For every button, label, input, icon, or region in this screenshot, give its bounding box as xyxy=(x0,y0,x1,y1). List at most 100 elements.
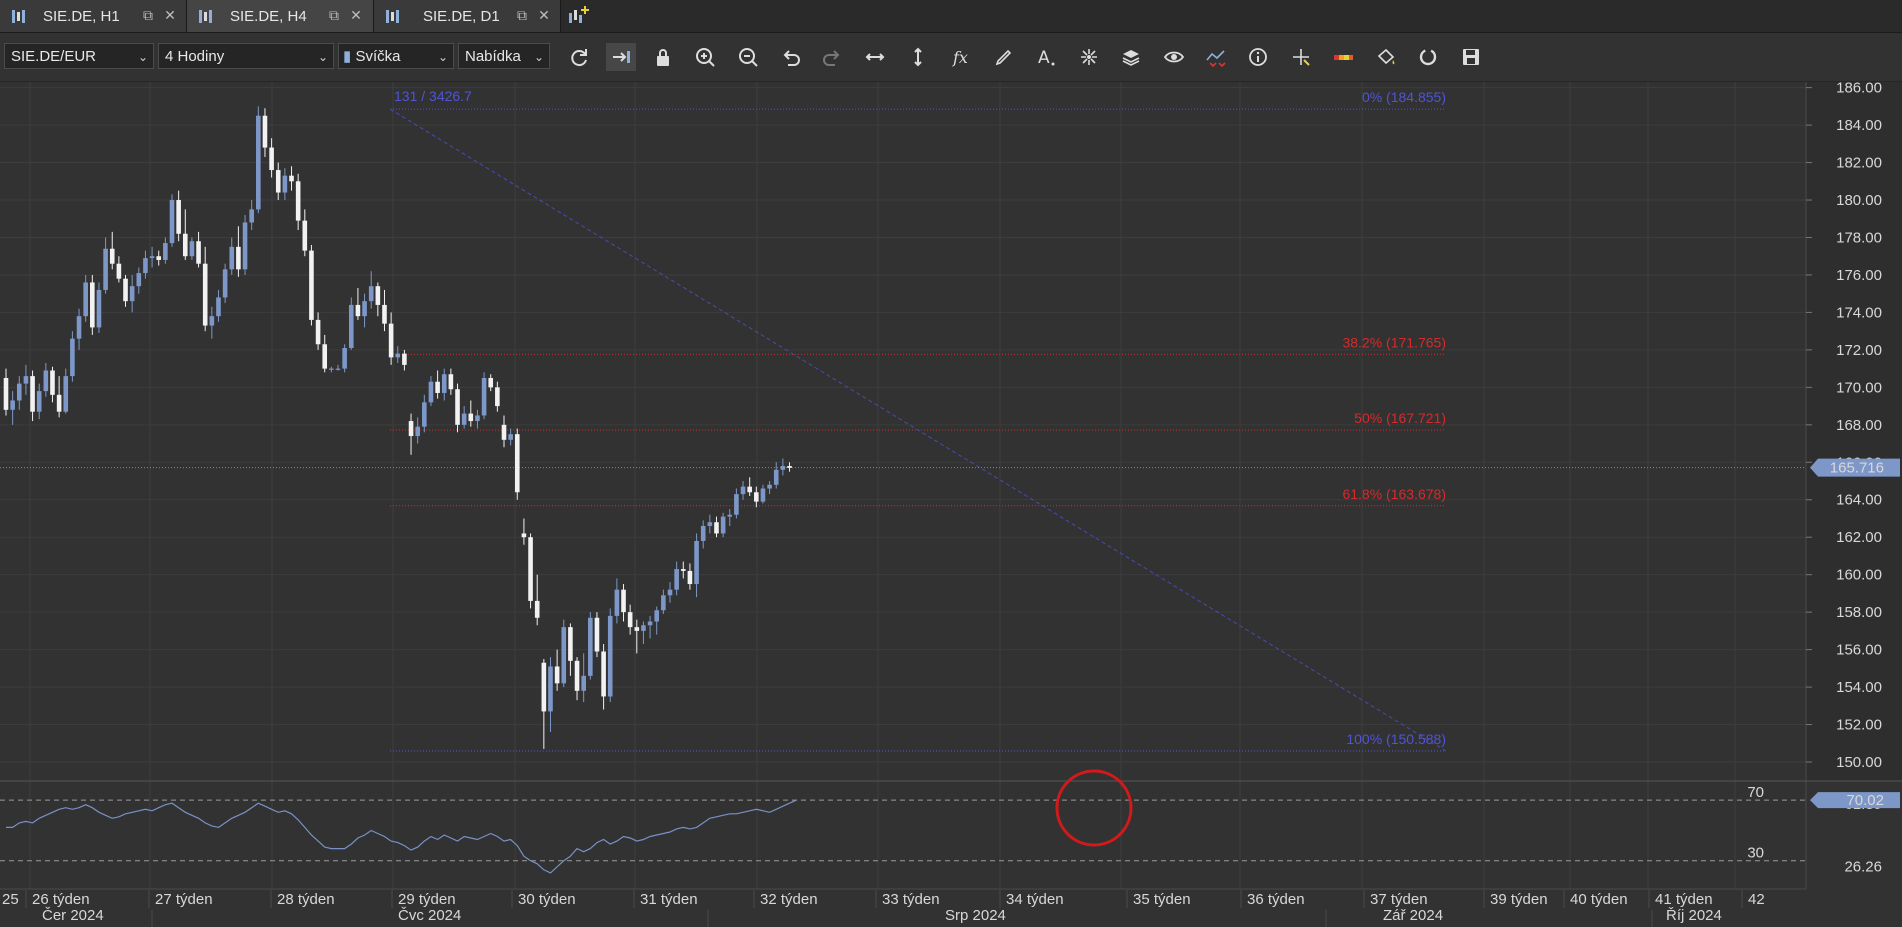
candle-body xyxy=(687,570,693,585)
tab-bar: SIE.DE, H1 ⧉ ✕ SIE.DE, H4 ⧉ ✕ SIE.DE, D1… xyxy=(0,0,1902,33)
sync-icon[interactable] xyxy=(1413,43,1443,71)
candle-body xyxy=(16,383,22,401)
close-icon[interactable]: ✕ xyxy=(348,7,364,23)
chart-type-select[interactable]: ▮ Svíčka ⌄ xyxy=(338,43,454,69)
timeframe-select-value: 4 Hodiny xyxy=(165,48,225,65)
color-bar-icon[interactable] xyxy=(1328,43,1358,71)
info-icon[interactable] xyxy=(1243,43,1273,71)
candle-body xyxy=(289,175,294,182)
tab-sie-d1[interactable]: SIE.DE, D1 ⧉ ✕ xyxy=(374,0,561,32)
week-label: 41 týden xyxy=(1655,891,1713,908)
candle-body xyxy=(422,402,427,427)
close-icon[interactable]: ✕ xyxy=(162,7,178,23)
save-icon[interactable] xyxy=(1456,43,1486,71)
objects-icon[interactable] xyxy=(1074,43,1104,71)
candle-body xyxy=(10,400,15,410)
month-label: Říj 2024 xyxy=(1666,907,1722,924)
chart-toolbar: SIE.DE/EUR ⌄ 4 Hodiny ⌄ ▮ Svíčka ⌄ Nabídka ⌄… xyxy=(0,33,1902,82)
candle-body xyxy=(109,248,115,264)
tab-label: SIE.DE, H4 xyxy=(230,7,307,25)
candle-body xyxy=(156,256,162,260)
paint-bucket-icon[interactable] xyxy=(1371,43,1401,71)
zoom-out-icon[interactable] xyxy=(733,43,763,71)
candle-body xyxy=(342,348,347,369)
price-tick-label: 176.00 xyxy=(1836,267,1882,284)
candle-body xyxy=(647,621,653,626)
month-label: Čer 2024 xyxy=(42,907,104,924)
popout-icon[interactable]: ⧉ xyxy=(326,7,342,23)
add-chart-icon[interactable] xyxy=(566,4,590,28)
candle-body xyxy=(315,319,321,345)
week-label: 33 týden xyxy=(882,891,940,908)
signal-icon[interactable] xyxy=(1201,43,1231,71)
candle-body xyxy=(561,627,567,684)
text-tool-icon[interactable]: A xyxy=(1031,43,1061,71)
horizontal-resize-icon[interactable] xyxy=(860,43,890,71)
close-icon[interactable]: ✕ xyxy=(536,7,552,23)
chevron-down-icon: ⌄ xyxy=(137,50,148,64)
refresh-icon[interactable] xyxy=(563,43,593,71)
timeframe-select[interactable]: 4 Hodiny ⌄ xyxy=(158,43,334,69)
candle-body xyxy=(581,675,586,691)
chart-tab-icon xyxy=(386,9,399,23)
fib-level-label: 61.8% (163.678) xyxy=(1342,486,1446,502)
candle-body xyxy=(395,353,401,358)
tab-sie-h4[interactable]: SIE.DE, H4 ⧉ ✕ xyxy=(187,0,374,32)
lock-icon[interactable] xyxy=(648,43,678,71)
candle-body xyxy=(388,323,394,358)
candle-body xyxy=(641,625,646,631)
zoom-in-icon[interactable] xyxy=(690,43,720,71)
week-label: 34 týden xyxy=(1006,891,1064,908)
candle-body xyxy=(222,269,228,298)
candle-body xyxy=(727,514,733,517)
pencil-icon[interactable] xyxy=(989,43,1019,71)
candle-body xyxy=(554,666,560,684)
fib-level-label: 0% (184.855) xyxy=(1362,89,1446,105)
week-label: 39 týden xyxy=(1490,891,1548,908)
chart-background xyxy=(0,82,1902,927)
week-label: 30 týden xyxy=(518,891,576,908)
candle-body xyxy=(236,246,241,270)
candle-body xyxy=(528,537,533,601)
candle-body xyxy=(103,248,108,290)
candle-body xyxy=(534,600,540,618)
price-side-select[interactable]: Nabídka ⌄ xyxy=(458,43,550,69)
price-tick-label: 174.00 xyxy=(1836,304,1882,321)
candle-body xyxy=(329,368,334,370)
price-tick-label: 170.00 xyxy=(1836,379,1882,396)
crosshair-icon[interactable] xyxy=(1286,43,1316,71)
candle-body xyxy=(189,241,195,257)
candle-body xyxy=(481,377,487,416)
autoscroll-icon[interactable] xyxy=(606,43,636,71)
layers-icon[interactable] xyxy=(1116,43,1146,71)
candle-body xyxy=(402,353,407,365)
candle-body xyxy=(182,233,188,257)
candle-body xyxy=(514,434,520,493)
indicator-fx-icon[interactable]: fx xyxy=(946,43,976,71)
price-tick-label: 168.00 xyxy=(1836,417,1882,434)
candle-body xyxy=(621,589,626,613)
tab-sie-h1[interactable]: SIE.DE, H1 ⧉ ✕ xyxy=(0,0,187,32)
vertical-resize-icon[interactable] xyxy=(903,43,933,71)
popout-icon[interactable]: ⧉ xyxy=(140,7,156,23)
popout-icon[interactable]: ⧉ xyxy=(514,7,530,23)
candle-body xyxy=(249,209,254,223)
candle-body xyxy=(242,222,248,270)
candle-body xyxy=(3,377,9,410)
price-side-value: Nabídka xyxy=(465,48,521,65)
eye-icon[interactable] xyxy=(1159,43,1189,71)
candle-body xyxy=(667,589,673,596)
candle-body xyxy=(461,413,467,425)
candle-body xyxy=(448,374,454,390)
candle-body xyxy=(295,181,301,221)
symbol-select[interactable]: SIE.DE/EUR ⌄ xyxy=(4,43,154,69)
redo-icon[interactable] xyxy=(818,43,848,71)
candle-body xyxy=(747,486,752,493)
chevron-down-icon: ⌄ xyxy=(317,50,328,64)
price-chart[interactable]: 0% (184.855) 38.2% (171.765) 50% (167.721)… xyxy=(0,82,1902,927)
candle-body xyxy=(23,376,29,384)
candle-body xyxy=(568,627,573,661)
candle-body xyxy=(468,413,474,422)
undo-icon[interactable] xyxy=(775,43,805,71)
fib-level-label: 50% (167.721) xyxy=(1354,410,1446,426)
